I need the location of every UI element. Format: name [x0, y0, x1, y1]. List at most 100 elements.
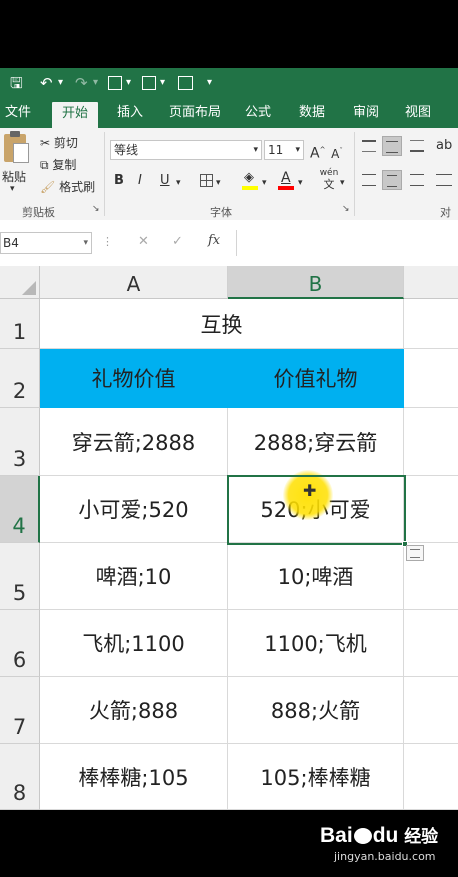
baidu-logo: Bai du 经验: [320, 822, 438, 848]
cancel-icon[interactable]: ✕: [138, 234, 149, 249]
shrink-font-button[interactable]: Aˇ: [330, 142, 344, 163]
cell-b8[interactable]: 105;棒棒糖: [228, 744, 404, 810]
column-header-a[interactable]: A: [40, 266, 228, 299]
flash-fill-options-icon[interactable]: [406, 545, 424, 561]
font-color-icon[interactable]: A: [278, 170, 294, 190]
cell-b2-header[interactable]: 价值礼物: [228, 349, 404, 408]
form-icon[interactable]: [178, 76, 193, 90]
chevron-down-icon: ▾: [295, 145, 300, 155]
cell-a5[interactable]: 啤酒;10: [40, 543, 228, 610]
font-group-label: 字体: [210, 206, 232, 219]
insert-function-icon[interactable]: fx: [208, 233, 220, 248]
cut-button[interactable]: ✂ 剪切: [40, 134, 78, 151]
cell-a2-header[interactable]: 礼物价值: [40, 349, 228, 408]
borders-icon[interactable]: [200, 174, 213, 187]
format-painter-button[interactable]: 🖌 格式刷: [40, 178, 95, 195]
cell-a3[interactable]: 穿云箭;2888: [40, 408, 228, 476]
logo-du: du: [372, 824, 399, 847]
align-right-icon[interactable]: [410, 174, 424, 186]
resize-handle-icon[interactable]: ⋮: [102, 235, 113, 248]
cell-a6[interactable]: 飞机;1100: [40, 610, 228, 677]
cell-a8[interactable]: 棒棒糖;105: [40, 744, 228, 810]
redo-dropdown-icon[interactable]: ▾: [93, 73, 98, 93]
clipboard-group-label: 剪贴板: [22, 206, 55, 219]
undo-icon[interactable]: ↶: [40, 73, 53, 93]
fill-color-icon[interactable]: ◈: [242, 170, 258, 190]
align-top-icon[interactable]: [362, 140, 376, 152]
print-preview-icon[interactable]: [142, 76, 156, 90]
paste-icon[interactable]: [4, 131, 29, 163]
align-bottom-icon[interactable]: [410, 140, 424, 152]
fill-dropdown-icon[interactable]: ▾: [262, 174, 267, 192]
tab-data[interactable]: 数据: [290, 98, 334, 128]
tab-insert[interactable]: 插入: [108, 98, 152, 128]
sort-icon[interactable]: [108, 76, 122, 90]
underline-dropdown-icon[interactable]: ▾: [176, 174, 181, 192]
tab-formulas[interactable]: 公式: [236, 98, 280, 128]
row-header-5[interactable]: 5: [0, 543, 40, 610]
enter-icon[interactable]: ✓: [172, 234, 183, 249]
row-header-2[interactable]: 2: [0, 349, 40, 408]
italic-button[interactable]: I: [138, 172, 142, 190]
cell-c1[interactable]: [404, 299, 458, 349]
paste-button[interactable]: 粘贴: [2, 168, 26, 185]
column-header-c[interactable]: [404, 266, 458, 299]
underline-button[interactable]: U: [160, 172, 170, 190]
cell-c6[interactable]: [404, 610, 458, 677]
brush-icon: 🖌: [40, 180, 56, 194]
phonetic-button[interactable]: wén 文: [318, 168, 340, 190]
borders-dropdown-icon[interactable]: ▾: [216, 174, 221, 192]
tab-file[interactable]: 文件: [0, 98, 36, 128]
row-header-7[interactable]: 7: [0, 677, 40, 744]
row-header-6[interactable]: 6: [0, 610, 40, 677]
align-center-icon[interactable]: [382, 170, 402, 190]
cell-a7[interactable]: 火箭;888: [40, 677, 228, 744]
clipboard-launcher-icon[interactable]: ↘: [92, 204, 100, 214]
column-header-b[interactable]: B: [228, 266, 404, 299]
cell-c3[interactable]: [404, 408, 458, 476]
align-left-icon[interactable]: [362, 174, 376, 186]
cell-c8[interactable]: [404, 744, 458, 810]
save-icon[interactable]: 🖫: [10, 73, 23, 93]
cell-b7[interactable]: 888;火箭: [228, 677, 404, 744]
row-header-1[interactable]: 1: [0, 299, 40, 349]
cell-b6[interactable]: 1100;飞机: [228, 610, 404, 677]
ribbon-tabs: 文件 开始 插入 页面布局 公式 数据 审阅 视图: [0, 98, 458, 128]
indent-icon[interactable]: [436, 174, 452, 186]
font-color-dropdown-icon[interactable]: ▾: [298, 174, 303, 192]
formula-input[interactable]: [236, 230, 458, 256]
cell-c7[interactable]: [404, 677, 458, 744]
cell-c4[interactable]: [404, 476, 458, 543]
align-middle-icon[interactable]: [382, 136, 402, 156]
bold-button[interactable]: B: [114, 172, 124, 190]
phonetic-dropdown-icon[interactable]: ▾: [340, 174, 345, 192]
select-all-button[interactable]: [0, 266, 40, 299]
copy-button[interactable]: ⧉ 复制: [40, 156, 76, 173]
customize-dropdown-icon[interactable]: ▾: [207, 73, 212, 93]
grow-font-button[interactable]: A^: [310, 141, 325, 163]
tab-page-layout[interactable]: 页面布局: [162, 98, 228, 128]
cell-b3[interactable]: 2888;穿云箭: [228, 408, 404, 476]
grow-font-label: A: [310, 145, 320, 162]
cell-b5[interactable]: 10;啤酒: [228, 543, 404, 610]
formula-bar: B4 ▾ ⋮ ✕ ✓ fx: [0, 220, 458, 266]
orientation-icon[interactable]: ab: [436, 138, 452, 153]
font-launcher-icon[interactable]: ↘: [342, 204, 350, 214]
redo-icon[interactable]: ↷: [75, 73, 88, 93]
name-box[interactable]: B4 ▾: [0, 232, 92, 254]
paste-dropdown-icon[interactable]: ▾: [10, 184, 15, 194]
cell-a4[interactable]: 小可爱;520: [40, 476, 228, 543]
font-name-select[interactable]: 等线 ▾: [110, 140, 262, 160]
undo-dropdown-icon[interactable]: ▾: [58, 73, 63, 93]
preview-dropdown-icon[interactable]: ▾: [160, 73, 165, 93]
row-header-8[interactable]: 8: [0, 744, 40, 810]
row-header-4[interactable]: 4: [0, 476, 40, 543]
cell-c2[interactable]: [404, 349, 458, 408]
row-header-3[interactable]: 3: [0, 408, 40, 476]
tab-home[interactable]: 开始: [52, 102, 98, 128]
font-size-select[interactable]: 11 ▾: [264, 140, 304, 160]
cell-a1-title[interactable]: 互换: [40, 299, 404, 349]
tab-view[interactable]: 视图: [396, 98, 440, 128]
sort-dropdown-icon[interactable]: ▾: [126, 73, 131, 93]
tab-review[interactable]: 审阅: [344, 98, 388, 128]
